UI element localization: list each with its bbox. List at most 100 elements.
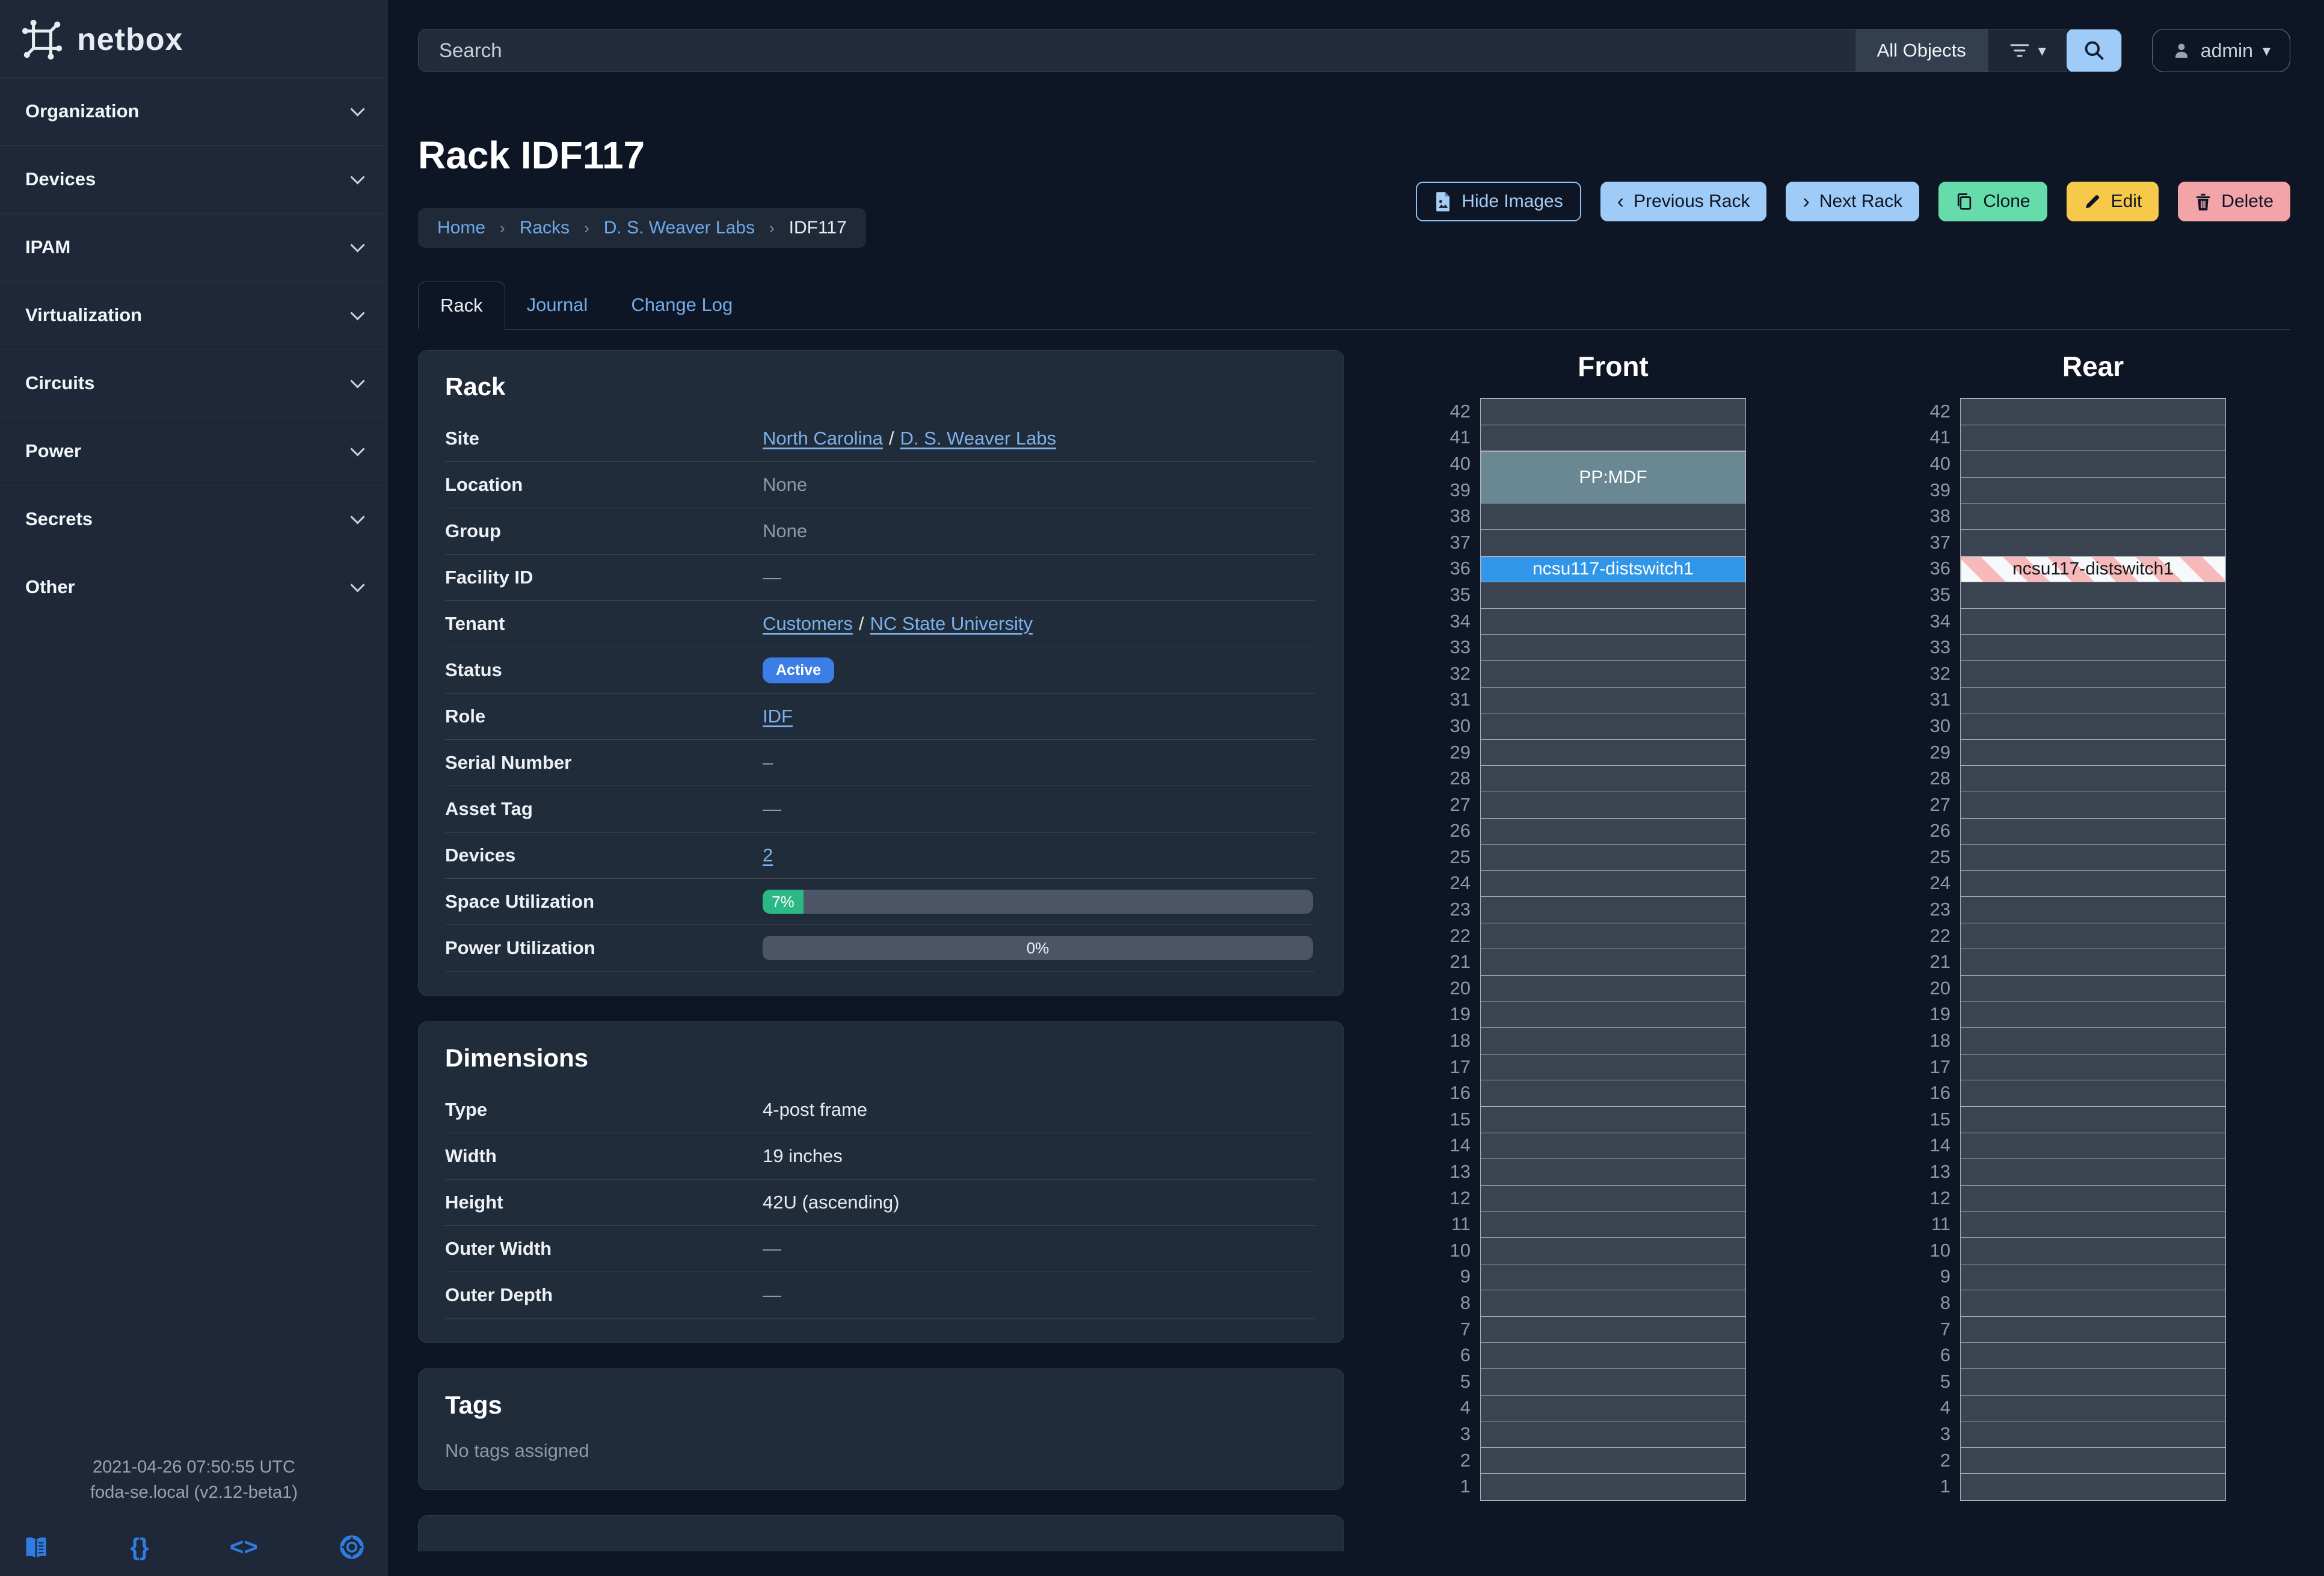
rear-rack-slot-u30[interactable]	[1961, 713, 2225, 740]
front-rack-slot-u7[interactable]	[1481, 1317, 1745, 1343]
front-rack-slot-u9[interactable]	[1481, 1264, 1745, 1291]
delete-button[interactable]: Delete	[2178, 182, 2290, 221]
rear-rack-slot-u22[interactable]	[1961, 923, 2225, 950]
front-rack-slot-u10[interactable]	[1481, 1238, 1745, 1264]
front-rack-slot-u38[interactable]	[1481, 503, 1745, 530]
rear-rack-slot-u34[interactable]	[1961, 609, 2225, 635]
rear-rack-slot-u9[interactable]	[1961, 1264, 2225, 1291]
rear-rack-slot-u20[interactable]	[1961, 976, 2225, 1002]
front-rack-slot-u8[interactable]	[1481, 1290, 1745, 1317]
search-filter-dropdown[interactable]: ▾	[1987, 29, 2067, 72]
front-rack-slot-u30[interactable]	[1481, 713, 1745, 740]
front-rack-slot-u29[interactable]	[1481, 740, 1745, 766]
rear-rack-slot-u39[interactable]	[1961, 478, 2225, 504]
rest-api-braces-icon[interactable]: {}	[130, 1535, 149, 1559]
previous-rack-button[interactable]: ‹ Previous Rack	[1600, 182, 1767, 221]
front-rack-slot-u3[interactable]	[1481, 1421, 1745, 1448]
rear-rack-slot-u12[interactable]	[1961, 1186, 2225, 1212]
tenant-link[interactable]: NC State University	[870, 613, 1033, 634]
site-link[interactable]: D. S. Weaver Labs	[900, 428, 1057, 449]
rack-device-ncsu117-distswitch1[interactable]: ncsu117-distswitch1	[1961, 556, 2225, 583]
front-rack-slot-u13[interactable]	[1481, 1159, 1745, 1186]
search-input[interactable]	[419, 29, 1855, 72]
rear-rack-slot-u15[interactable]	[1961, 1107, 2225, 1133]
rear-rack-slot-u24[interactable]	[1961, 871, 2225, 897]
user-menu-button[interactable]: admin ▾	[2151, 29, 2290, 72]
breadcrumb-item[interactable]: Racks	[520, 218, 570, 238]
front-rack-slot-u25[interactable]	[1481, 845, 1745, 871]
rear-rack-slot-u6[interactable]	[1961, 1343, 2225, 1369]
rear-rack-slot-u38[interactable]	[1961, 503, 2225, 530]
front-rack-slot-u35[interactable]	[1481, 582, 1745, 609]
front-rack-slot-u33[interactable]	[1481, 635, 1745, 661]
clone-button[interactable]: Clone	[1938, 182, 2047, 221]
rear-rack-slot-u31[interactable]	[1961, 688, 2225, 714]
tenant-group-link[interactable]: Customers	[763, 613, 853, 634]
tab-change-log[interactable]: Change Log	[609, 282, 754, 329]
front-rack-slot-u18[interactable]	[1481, 1028, 1745, 1054]
front-rack-slot-u5[interactable]	[1481, 1369, 1745, 1396]
rear-rack-slot-u27[interactable]	[1961, 792, 2225, 819]
rack-device-pp-mdf[interactable]: PP:MDF	[1481, 451, 1745, 504]
rear-rack-slot-u3[interactable]	[1961, 1421, 2225, 1448]
front-rack-slot-u27[interactable]	[1481, 792, 1745, 819]
role-link[interactable]: IDF	[763, 706, 793, 727]
sidebar-item-devices[interactable]: Devices	[0, 146, 388, 214]
front-rack-slot-u1[interactable]	[1481, 1474, 1745, 1500]
rear-rack-slot-u1[interactable]	[1961, 1474, 2225, 1500]
front-rack-slot-u37[interactable]	[1481, 530, 1745, 556]
rear-rack-slot-u19[interactable]	[1961, 1002, 2225, 1029]
rear-rack-slot-u23[interactable]	[1961, 897, 2225, 923]
front-rack-slot-u28[interactable]	[1481, 766, 1745, 792]
front-rack-slot-u24[interactable]	[1481, 871, 1745, 897]
front-rack-slot-u31[interactable]	[1481, 688, 1745, 714]
rear-rack-slot-u4[interactable]	[1961, 1396, 2225, 1422]
sidebar-item-power[interactable]: Power	[0, 417, 388, 485]
site-region-link[interactable]: North Carolina	[763, 428, 883, 449]
rear-rack-slot-u32[interactable]	[1961, 661, 2225, 688]
sidebar-item-circuits[interactable]: Circuits	[0, 349, 388, 417]
front-rack-slot-u15[interactable]	[1481, 1107, 1745, 1133]
search-scope-selector[interactable]: All Objects	[1855, 29, 1988, 72]
rear-rack-slot-u42[interactable]	[1961, 399, 2225, 425]
rear-rack-slot-u33[interactable]	[1961, 635, 2225, 661]
front-rack-slot-u6[interactable]	[1481, 1343, 1745, 1369]
source-code-icon[interactable]: <>	[230, 1535, 258, 1559]
rear-rack-slot-u2[interactable]	[1961, 1448, 2225, 1474]
front-rack-slot-u23[interactable]	[1481, 897, 1745, 923]
sidebar-item-virtualization[interactable]: Virtualization	[0, 282, 388, 349]
rear-rack-slot-u35[interactable]	[1961, 582, 2225, 609]
sidebar-item-secrets[interactable]: Secrets	[0, 485, 388, 553]
tab-rack[interactable]: Rack	[418, 282, 505, 330]
tab-journal[interactable]: Journal	[505, 282, 610, 329]
front-rack-slot-u41[interactable]	[1481, 425, 1745, 452]
rear-rack-slot-u11[interactable]	[1961, 1211, 2225, 1238]
front-rack-slot-u16[interactable]	[1481, 1080, 1745, 1107]
front-rack-slot-u12[interactable]	[1481, 1186, 1745, 1212]
devices-count-link[interactable]: 2	[763, 845, 773, 866]
rear-rack-slot-u37[interactable]	[1961, 530, 2225, 556]
rear-rack-slot-u13[interactable]	[1961, 1159, 2225, 1186]
rear-rack-slot-u26[interactable]	[1961, 819, 2225, 845]
rear-rack-slot-u18[interactable]	[1961, 1028, 2225, 1054]
rear-rack-slot-u29[interactable]	[1961, 740, 2225, 766]
front-rack-slot-u42[interactable]	[1481, 399, 1745, 425]
front-rack-slot-u2[interactable]	[1481, 1448, 1745, 1474]
rear-rack-slot-u7[interactable]	[1961, 1317, 2225, 1343]
front-rack-slot-u22[interactable]	[1481, 923, 1745, 950]
rear-rack-slot-u16[interactable]	[1961, 1080, 2225, 1107]
front-rack-slot-u26[interactable]	[1481, 819, 1745, 845]
sidebar-item-organization[interactable]: Organization	[0, 78, 388, 146]
rear-rack-slot-u41[interactable]	[1961, 425, 2225, 452]
rear-rack-slot-u10[interactable]	[1961, 1238, 2225, 1264]
front-rack-slot-u4[interactable]	[1481, 1396, 1745, 1422]
sidebar-item-other[interactable]: Other	[0, 553, 388, 621]
front-rack-slot-u19[interactable]	[1481, 1002, 1745, 1029]
front-rack-slot-u17[interactable]	[1481, 1054, 1745, 1081]
breadcrumb-item[interactable]: Home	[437, 218, 485, 238]
hide-images-button[interactable]: Hide Images	[1416, 182, 1581, 221]
sidebar-item-ipam[interactable]: IPAM	[0, 214, 388, 282]
rear-rack-slot-u40[interactable]	[1961, 451, 2225, 478]
rear-rack-slot-u14[interactable]	[1961, 1133, 2225, 1160]
rack-device-ncsu117-distswitch1[interactable]: ncsu117-distswitch1	[1481, 556, 1745, 583]
